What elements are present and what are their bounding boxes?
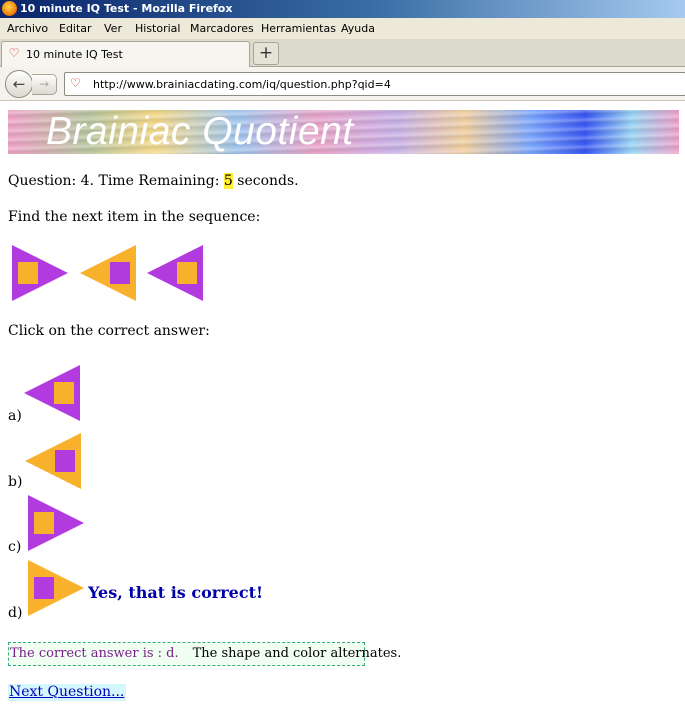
question-prefix: Question: 4. Time Remaining: (8, 173, 224, 189)
menu-ayuda[interactable]: Ayuda (341, 22, 375, 35)
sequence-prompt: Find the next item in the sequence: (8, 209, 261, 225)
forward-arrow-icon: → (38, 77, 50, 91)
next-question-link[interactable]: Next Question... (8, 684, 127, 701)
sequence-item-2 (80, 245, 136, 301)
banner-title: Brainiac Quotient (46, 110, 354, 153)
correct-feedback: Yes, that is correct! (88, 583, 263, 602)
option-b-shape[interactable] (24, 432, 82, 490)
answer-prompt: Click on the correct answer: (8, 323, 210, 339)
answer-explanation-box: The correct answer is : d. The shape and … (8, 642, 401, 666)
option-d-square (34, 577, 54, 599)
option-d-shape[interactable] (27, 559, 85, 617)
back-arrow-icon: ← (12, 75, 26, 93)
tab-strip: ♡ 10 minute IQ Test + (0, 39, 685, 67)
option-d-label: d) (8, 605, 23, 621)
option-b-label: b) (8, 474, 23, 490)
option-c-shape[interactable] (27, 494, 85, 552)
window-title-bar: 10 minute IQ Test - Mozilla Firefox (0, 0, 685, 18)
site-heart-icon: ♡ (8, 46, 20, 60)
time-remaining: 5 (223, 173, 233, 189)
menu-archivo[interactable]: Archivo (7, 22, 48, 35)
option-a-shape[interactable] (23, 364, 81, 422)
menu-editar[interactable]: Editar (59, 22, 92, 35)
option-a-label: a) (8, 408, 22, 424)
menu-ver[interactable]: Ver (104, 22, 122, 35)
option-b-square (55, 450, 75, 472)
firefox-logo-icon (2, 1, 17, 16)
url-bar[interactable]: ♡ http://www.brainiacdating.com/iq/quest… (64, 72, 685, 96)
site-banner: Brainiac Quotient (8, 110, 679, 154)
sequence-item-2-square (110, 262, 130, 284)
menu-herramientas[interactable]: Herramientas (261, 22, 336, 35)
sequence-item-1 (12, 245, 68, 301)
navigation-bar: ← → ♡ http://www.brainiacdating.com/iq/q… (0, 67, 685, 101)
menu-marcadores[interactable]: Marcadores (190, 22, 254, 35)
url-text[interactable]: http://www.brainiacdating.com/iq/questio… (93, 78, 391, 91)
new-tab-button[interactable]: + (253, 42, 279, 65)
menu-bar: Archivo Editar Ver Historial Marcadores … (0, 18, 685, 39)
forward-button[interactable]: → (32, 74, 57, 95)
option-c-square (34, 512, 54, 534)
sequence-item-1-square (18, 262, 38, 284)
question-suffix: seconds. (232, 173, 299, 189)
window-title: 10 minute IQ Test - Mozilla Firefox (20, 2, 233, 15)
option-a-square (54, 382, 74, 404)
sequence-item-3-square (177, 262, 197, 284)
menu-historial[interactable]: Historial (135, 22, 180, 35)
option-c-label: c) (8, 539, 22, 555)
explanation-text: The shape and color alternates. (192, 646, 402, 661)
back-button[interactable]: ← (5, 70, 33, 98)
site-heart-icon: ♡ (70, 76, 81, 90)
sequence-item-3 (147, 245, 203, 301)
correct-answer-text: The correct answer is : d. (10, 646, 179, 661)
page-content: Brainiac Quotient Question: 4. Time Rema… (0, 101, 685, 728)
question-status: Question: 4. Time Remaining: 5 seconds. (8, 173, 299, 189)
tab-label: 10 minute IQ Test (26, 48, 123, 61)
tab-iq-test[interactable]: ♡ 10 minute IQ Test (1, 41, 250, 67)
